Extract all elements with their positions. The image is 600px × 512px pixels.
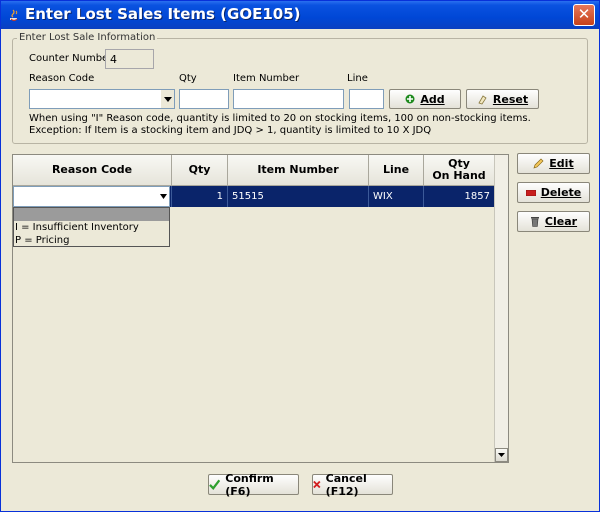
quantity-exception-note: Exception: If Item is a stocking item an… <box>29 125 432 136</box>
chevron-down-icon[interactable] <box>160 194 167 199</box>
line-cell[interactable]: WIX <box>369 186 424 207</box>
cancel-button-label: Cancel (F12) <box>325 471 367 498</box>
dropdown-option-pricing[interactable]: P = Pricing <box>14 234 169 247</box>
chevron-down-icon <box>498 453 505 457</box>
delete-button[interactable]: Delete <box>517 182 590 203</box>
add-button-label: Add <box>420 92 445 106</box>
window-title: Enter Lost Sales Items (GOE105) <box>25 5 301 23</box>
title-bar[interactable]: Enter Lost Sales Items (GOE105) ✕ <box>1 1 599 29</box>
reset-button[interactable]: Reset <box>466 89 539 109</box>
column-header-reason-code[interactable]: Reason Code <box>13 155 172 186</box>
clear-button[interactable]: Clear <box>517 211 590 232</box>
column-header-item-number[interactable]: Item Number <box>228 155 369 186</box>
line-label: Line <box>347 73 368 84</box>
item-number-input[interactable] <box>233 89 344 109</box>
column-header-line[interactable]: Line <box>369 155 424 186</box>
dropdown-option-blank[interactable] <box>14 208 169 221</box>
dropdown-option-insufficient-inventory[interactable]: I = Insufficient Inventory <box>14 221 169 234</box>
reason-code-label: Reason Code <box>29 73 95 84</box>
cancel-button[interactable]: Cancel (F12) <box>312 471 393 498</box>
close-button[interactable]: ✕ <box>573 4 595 26</box>
reason-code-dropdown-button[interactable] <box>161 89 175 109</box>
reason-code-cell[interactable] <box>13 186 172 207</box>
qty-on-hand-header-line2: On Hand <box>432 169 486 182</box>
table-header: Reason Code Qty Item Number Line Qty On … <box>13 155 495 186</box>
clear-button-label: Clear <box>544 215 578 228</box>
delete-button-label: Delete <box>540 186 582 199</box>
item-number-cell[interactable]: 51515 <box>228 186 369 207</box>
add-icon <box>405 94 415 104</box>
reason-code-select[interactable] <box>29 89 162 109</box>
edit-button[interactable]: Edit <box>517 153 590 174</box>
eraser-icon <box>478 94 487 104</box>
edit-button-label: Edit <box>549 157 574 170</box>
counter-number-field: 4 <box>105 49 154 69</box>
java-app-icon <box>10 9 18 22</box>
reason-code-cell-editor[interactable] <box>13 186 170 207</box>
confirm-button-label: Confirm (F6) <box>225 471 274 498</box>
table-row[interactable]: 1 51515 WIX 1857 <box>13 186 495 207</box>
column-header-qty-on-hand[interactable]: Qty On Hand <box>424 155 495 186</box>
add-button[interactable]: Add <box>389 89 461 109</box>
lost-sales-table: Reason Code Qty Item Number Line Qty On … <box>12 154 509 463</box>
qty-on-hand-cell[interactable]: 1857 <box>424 186 495 207</box>
lost-sales-window: Enter Lost Sales Items (GOE105) ✕ Enter … <box>0 0 600 512</box>
column-header-qty[interactable]: Qty <box>172 155 228 186</box>
reason-code-dropdown-list: I = Insufficient Inventory P = Pricing <box>13 207 170 247</box>
table-vertical-scrollbar[interactable] <box>494 155 508 462</box>
line-input[interactable] <box>349 89 384 109</box>
item-number-label: Item Number <box>233 73 300 84</box>
qty-input[interactable] <box>179 89 229 109</box>
close-icon: ✕ <box>577 5 591 23</box>
checkmark-icon <box>209 479 221 490</box>
reset-button-label: Reset <box>492 92 529 106</box>
scroll-down-button[interactable] <box>495 448 508 462</box>
counter-number-label: Counter Number: <box>29 53 116 64</box>
x-icon <box>313 480 321 489</box>
trash-icon <box>530 217 539 227</box>
quantity-rule-note: When using "I" Reason code, quantity is … <box>29 113 531 124</box>
qty-cell[interactable]: 1 <box>172 186 228 207</box>
chevron-down-icon <box>163 96 172 102</box>
minus-icon <box>525 189 536 196</box>
confirm-button[interactable]: Confirm (F6) <box>208 471 299 498</box>
qty-label: Qty <box>179 73 197 84</box>
pencil-icon <box>533 158 544 169</box>
counter-number-value: 4 <box>110 53 117 66</box>
group-title: Enter Lost Sale Information <box>17 32 158 43</box>
